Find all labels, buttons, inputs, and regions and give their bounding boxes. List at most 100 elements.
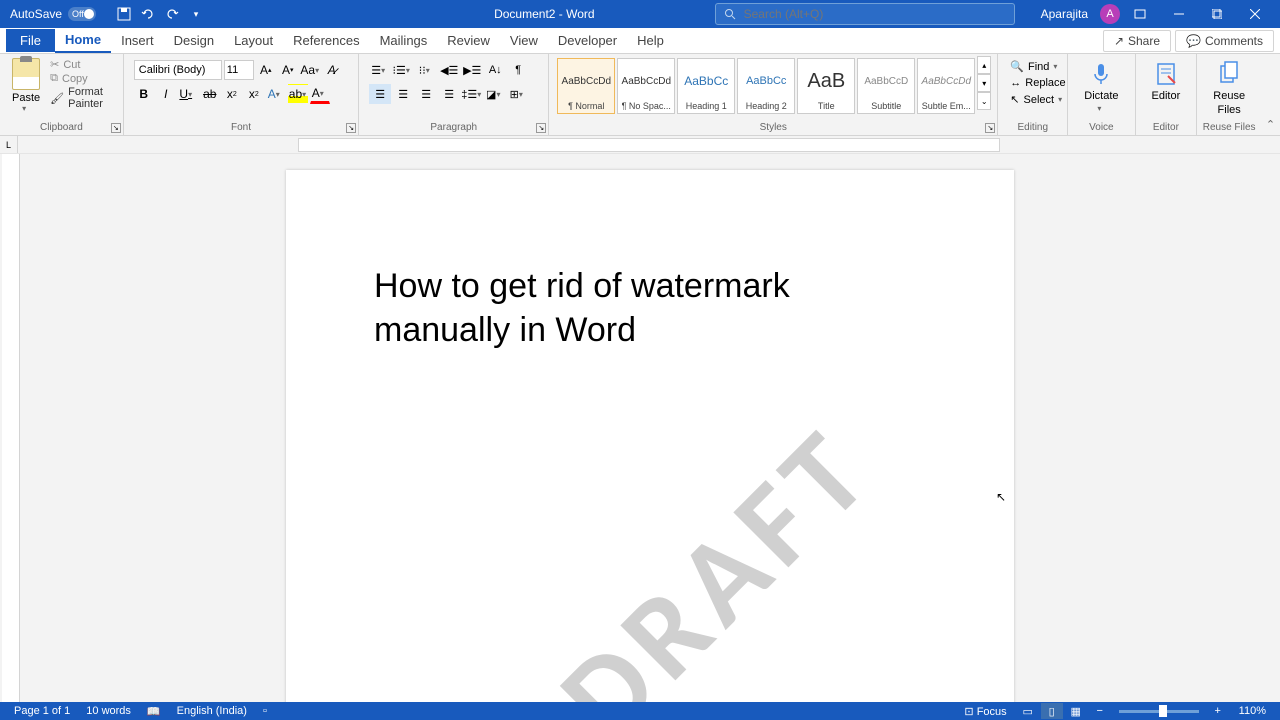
font-dialog-launcher[interactable]: ↘	[346, 123, 356, 133]
user-avatar[interactable]: A	[1100, 4, 1120, 24]
tab-layout[interactable]: Layout	[224, 29, 283, 52]
autosave-toggle[interactable]: Off	[68, 7, 96, 21]
underline-button[interactable]: U▾	[178, 84, 198, 104]
dictate-button[interactable]: Dictate ▾	[1074, 56, 1128, 117]
ruler-corner[interactable]: L	[0, 136, 18, 153]
minimize-button[interactable]	[1160, 0, 1198, 28]
spell-check-icon[interactable]: 📖	[139, 705, 169, 718]
tab-view[interactable]: View	[500, 29, 548, 52]
show-hide-button[interactable]: ¶	[507, 60, 529, 80]
style-item-subtitle[interactable]: AaBbCcDSubtitle	[857, 58, 915, 114]
autosave-control[interactable]: AutoSave Off	[0, 7, 106, 21]
style-item-title[interactable]: AaBTitle	[797, 58, 855, 114]
shrink-font-button[interactable]: A▾	[278, 60, 298, 80]
style-item--normal[interactable]: AaBbCcDd¶ Normal	[557, 58, 615, 114]
find-button[interactable]: 🔍Find▾	[1006, 58, 1059, 75]
align-right-button[interactable]: ☰	[415, 84, 437, 104]
font-color-button[interactable]: A▾	[310, 84, 330, 104]
styles-dialog-launcher[interactable]: ↘	[985, 123, 995, 133]
numbering-button[interactable]: ⁝☰▾	[392, 60, 414, 80]
style-item-heading-2[interactable]: AaBbCcHeading 2	[737, 58, 795, 114]
undo-icon[interactable]	[140, 6, 156, 22]
tab-mailings[interactable]: Mailings	[370, 29, 438, 52]
save-icon[interactable]	[116, 6, 132, 22]
styles-more-button[interactable]: ⌄	[977, 92, 991, 110]
search-box[interactable]	[715, 3, 1015, 25]
zoom-in-button[interactable]: +	[1207, 703, 1229, 719]
style-item--no-spac-[interactable]: AaBbCcDd¶ No Spac...	[617, 58, 675, 114]
share-button[interactable]: ↗Share	[1103, 30, 1171, 52]
maximize-button[interactable]	[1198, 0, 1236, 28]
tab-design[interactable]: Design	[164, 29, 224, 52]
language-status[interactable]: English (India)	[169, 705, 255, 717]
vertical-ruler[interactable]	[2, 154, 20, 702]
clear-formatting-button[interactable]: A̷	[322, 60, 342, 80]
reuse-files-button[interactable]: Reuse Files	[1203, 56, 1255, 120]
font-size-select[interactable]	[224, 60, 254, 80]
bullets-button[interactable]: ☰▾	[369, 60, 391, 80]
line-spacing-button[interactable]: ‡☰▾	[461, 84, 483, 104]
cut-button[interactable]: ✂Cut	[50, 58, 113, 71]
subscript-button[interactable]: x2	[222, 84, 242, 104]
align-left-button[interactable]: ☰	[369, 84, 391, 104]
ribbon-display-icon[interactable]	[1132, 6, 1148, 22]
qat-customize-icon[interactable]: ▾	[188, 6, 204, 22]
tab-developer[interactable]: Developer	[548, 29, 627, 52]
horizontal-ruler[interactable]	[298, 138, 1000, 152]
style-item-heading-1[interactable]: AaBbCcHeading 1	[677, 58, 735, 114]
zoom-level[interactable]: 110%	[1231, 705, 1274, 717]
multilevel-list-button[interactable]: ⁝⁝▾	[415, 60, 437, 80]
close-button[interactable]	[1236, 0, 1274, 28]
editor-button[interactable]: Editor	[1142, 56, 1191, 106]
page[interactable]: DRAFT How to get rid of watermark manual…	[286, 170, 1014, 702]
tab-home[interactable]: Home	[55, 28, 111, 53]
page-status[interactable]: Page 1 of 1	[6, 705, 78, 717]
tab-file[interactable]: File	[6, 29, 55, 52]
clipboard-dialog-launcher[interactable]: ↘	[111, 123, 121, 133]
shading-button[interactable]: ◪▾	[484, 84, 506, 104]
styles-scroll-up[interactable]: ▴	[977, 56, 991, 74]
borders-button[interactable]: ⊞▾	[507, 84, 529, 104]
tab-help[interactable]: Help	[627, 29, 674, 52]
document-text[interactable]: How to get rid of watermark manually in …	[374, 264, 926, 352]
tab-references[interactable]: References	[283, 29, 369, 52]
zoom-slider[interactable]	[1119, 710, 1199, 713]
web-layout-button[interactable]: ▦	[1065, 703, 1087, 719]
user-name[interactable]: Aparajita	[1041, 7, 1088, 21]
styles-scroll-down[interactable]: ▾	[977, 74, 991, 92]
replace-button[interactable]: ↔Replace	[1006, 75, 1059, 91]
paragraph-dialog-launcher[interactable]: ↘	[536, 123, 546, 133]
italic-button[interactable]: I	[156, 84, 176, 104]
print-layout-button[interactable]: ▯	[1041, 703, 1063, 719]
tab-insert[interactable]: Insert	[111, 29, 164, 52]
word-count[interactable]: 10 words	[78, 705, 139, 717]
bold-button[interactable]: B	[134, 84, 154, 104]
format-painter-button[interactable]: 🖌Format Painter	[50, 86, 113, 110]
collapse-ribbon-icon[interactable]: ⌃	[1266, 118, 1275, 131]
focus-mode-button[interactable]: ⊡ Focus	[956, 705, 1014, 718]
macro-status-icon[interactable]: ▫	[255, 705, 275, 717]
zoom-out-button[interactable]: −	[1089, 703, 1111, 719]
document-scroll[interactable]: DRAFT How to get rid of watermark manual…	[20, 154, 1280, 702]
font-name-select[interactable]	[134, 60, 222, 80]
search-input[interactable]	[744, 7, 1006, 21]
strikethrough-button[interactable]: ab	[200, 84, 220, 104]
justify-button[interactable]: ☰	[438, 84, 460, 104]
sort-button[interactable]: A↓	[484, 60, 506, 80]
select-button[interactable]: ↖Select▾	[1006, 91, 1059, 108]
highlight-button[interactable]: ab▾	[288, 84, 308, 104]
zoom-thumb[interactable]	[1159, 705, 1167, 717]
change-case-button[interactable]: Aa▾	[300, 60, 320, 80]
style-item-subtle-em-[interactable]: AaBbCcDdSubtle Em...	[917, 58, 975, 114]
read-mode-button[interactable]: ▭	[1017, 703, 1039, 719]
decrease-indent-button[interactable]: ◀☰	[438, 60, 460, 80]
superscript-button[interactable]: x2	[244, 84, 264, 104]
comments-button[interactable]: 💬Comments	[1175, 30, 1274, 52]
align-center-button[interactable]: ☰	[392, 84, 414, 104]
copy-button[interactable]: ⧉Copy	[50, 72, 113, 85]
tab-review[interactable]: Review	[437, 29, 500, 52]
redo-icon[interactable]	[164, 6, 180, 22]
text-effects-button[interactable]: A▾	[266, 84, 286, 104]
increase-indent-button[interactable]: ▶☰	[461, 60, 483, 80]
grow-font-button[interactable]: A▴	[256, 60, 276, 80]
